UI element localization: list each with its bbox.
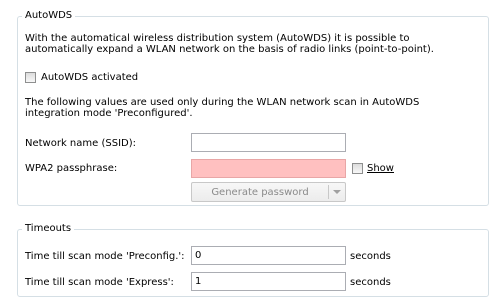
- autowds-activated-checkbox[interactable]: [25, 72, 36, 83]
- passphrase-label: WPA2 passphrase:: [25, 163, 118, 174]
- autowds-activated-label[interactable]: AutoWDS activated: [41, 72, 138, 84]
- preconfig-timeout-label: Time till scan mode 'Preconfig.':: [25, 251, 185, 262]
- ssid-input[interactable]: [191, 133, 346, 152]
- preconfig-timeout-input[interactable]: [191, 246, 346, 265]
- timeouts-legend: Timeouts: [22, 223, 75, 235]
- ssid-label: Network name (SSID):: [25, 138, 136, 149]
- autowds-description: With the automatical wireless distributi…: [25, 33, 434, 55]
- generate-password-label: Generate password: [211, 187, 309, 198]
- autowds-note: The following values are used only durin…: [25, 97, 420, 119]
- express-timeout-unit: seconds: [350, 277, 391, 288]
- show-passphrase-checkbox[interactable]: [352, 163, 363, 174]
- chevron-down-icon[interactable]: [333, 190, 341, 194]
- preconfig-timeout-unit: seconds: [350, 251, 391, 262]
- generate-split-divider: [328, 185, 329, 199]
- express-timeout-input[interactable]: [191, 272, 346, 291]
- autowds-legend: AutoWDS: [22, 10, 76, 22]
- show-label-text: Show: [367, 163, 394, 174]
- generate-password-button[interactable]: Generate password: [191, 182, 346, 202]
- passphrase-input[interactable]: [191, 159, 346, 178]
- express-timeout-label: Time till scan mode 'Express':: [25, 277, 174, 288]
- show-passphrase-label[interactable]: Show: [367, 163, 394, 175]
